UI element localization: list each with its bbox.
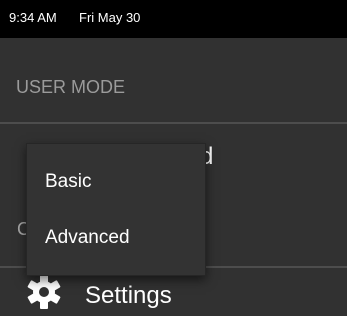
status-time: 9:34 AM [9, 10, 57, 25]
status-date: Fri May 30 [79, 10, 141, 25]
divider [0, 122, 347, 124]
gear-icon [27, 275, 61, 309]
user-mode-header: USER MODE [16, 77, 126, 97]
status-bar: 9:34 AM Fri May 30 [0, 0, 347, 38]
user-mode-dropdown: Basic Advanced [26, 143, 206, 276]
settings-label: Settings [85, 282, 172, 309]
dropdown-option-advanced[interactable]: Advanced [45, 227, 130, 249]
dropdown-option-basic[interactable]: Basic [45, 171, 91, 193]
settings-row[interactable]: Settings [0, 270, 347, 316]
